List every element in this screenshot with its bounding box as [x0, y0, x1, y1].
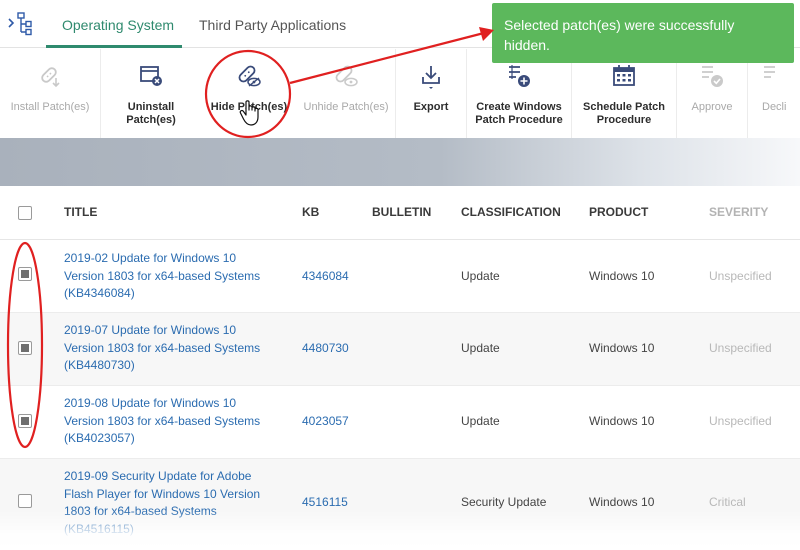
approve-label: Approve [691, 101, 733, 113]
row-classification: Update [461, 341, 500, 355]
calendar-icon [613, 65, 635, 86]
install-patches-button[interactable]: Install Patch(es) [0, 49, 100, 138]
title-line: Version 1803 for x64-based Systems [64, 268, 261, 283]
row-title-link[interactable]: 2019-09 Security Update for Adobe Flash … [64, 468, 284, 538]
tree-structure-icon[interactable] [6, 10, 34, 38]
bandage-eye-slash-icon [238, 65, 261, 87]
table-header: TITLE KB BULLETIN CLASSIFICATION PRODUCT… [0, 186, 800, 240]
approve-check-icon [702, 66, 723, 87]
toast-message-line2: hidden. [504, 37, 550, 53]
row-checkbox[interactable] [18, 267, 32, 281]
export-download-icon [422, 66, 440, 89]
tab-operating-system[interactable]: Operating System [46, 0, 182, 48]
uninstall-label-line1: Uninstall [127, 101, 175, 113]
title-line: (KB4023057) [64, 431, 135, 445]
row-severity: Unspecified [709, 414, 772, 428]
create-label-line2: Patch Procedure [475, 114, 563, 126]
decline-label: Decli [762, 101, 787, 113]
unhide-patches-label: Unhide Patch(es) [303, 101, 389, 113]
bandage-eye-icon [335, 65, 358, 87]
create-procedure-label: Create Windows Patch Procedure [467, 101, 571, 127]
title-line: 1803 for x64-based Systems [64, 504, 217, 518]
unhide-patches-button[interactable]: Unhide Patch(es) [297, 49, 395, 138]
row-classification: Update [461, 269, 500, 283]
window-remove-icon [140, 66, 162, 86]
select-all-checkbox[interactable] [18, 206, 32, 220]
row-classification: Security Update [461, 495, 547, 509]
row-product: Windows 10 [589, 414, 655, 428]
column-kb[interactable]: KB [302, 186, 319, 240]
row-product: Windows 10 [589, 495, 655, 509]
row-kb-link[interactable]: 4023057 [302, 414, 349, 428]
hide-patches-button[interactable]: Hide Patch(es) [200, 49, 298, 138]
column-product[interactable]: PRODUCT [589, 186, 648, 240]
table-row[interactable]: 2019-07 Update for Windows 10 Version 18… [0, 313, 800, 386]
patch-management-screen: Operating System Third Party Application… [0, 0, 800, 550]
install-patches-label: Install Patch(es) [10, 101, 90, 113]
success-toast: Selected patch(es) were successfully hid… [492, 3, 794, 63]
title-line: 2019-08 Update for Windows 10 [64, 396, 237, 410]
uninstall-patches-button[interactable]: Uninstall Patch(es) [101, 49, 201, 138]
title-line: (KB4480730) [64, 358, 135, 372]
title-line: (KB4346084) [64, 286, 135, 300]
table-row[interactable]: 2019-02 Update for Windows 10 Version 18… [0, 240, 800, 313]
bandage-download-icon [41, 67, 60, 88]
title-line: 2019-09 Security Update for Adobe [64, 469, 252, 483]
row-severity: Critical [709, 495, 746, 509]
title-line: Flash Player for Windows 10 Version [64, 486, 261, 501]
row-title-link[interactable]: 2019-08 Update for Windows 10 Version 18… [64, 395, 284, 448]
tab-third-party-applications[interactable]: Third Party Applications [183, 0, 355, 48]
uninstall-label-line2: Patch(es) [126, 114, 176, 126]
row-product: Windows 10 [589, 341, 655, 355]
procedure-add-icon [509, 65, 530, 87]
row-checkbox[interactable] [18, 341, 32, 355]
row-kb-link[interactable]: 4346084 [302, 269, 349, 283]
decline-icon [764, 66, 775, 78]
title-line: Version 1803 for x64-based Systems [64, 340, 261, 355]
row-severity: Unspecified [709, 269, 772, 283]
table-row[interactable]: 2019-09 Security Update for Adobe Flash … [0, 459, 800, 550]
row-severity: Unspecified [709, 341, 772, 355]
row-title-link[interactable]: 2019-07 Update for Windows 10 Version 18… [64, 322, 284, 375]
toast-message-line1: Selected patch(es) were successfully [504, 17, 735, 33]
row-kb-link[interactable]: 4480730 [302, 341, 349, 355]
filter-banner [0, 138, 800, 186]
export-label: Export [413, 101, 449, 113]
export-button[interactable]: Export [396, 49, 466, 138]
column-severity[interactable]: SEVERITY [709, 186, 768, 240]
column-classification[interactable]: CLASSIFICATION [461, 186, 561, 240]
title-line: Version 1803 for x64-based Systems [64, 413, 261, 428]
title-line: (KB4516115) [64, 521, 134, 536]
hide-patches-label: Hide Patch(es) [210, 101, 288, 113]
create-label-line1: Create Windows [476, 101, 562, 113]
schedule-label-line2: Procedure [596, 114, 652, 126]
title-line: 2019-02 Update for Windows 10 [64, 251, 237, 265]
table-row[interactable]: 2019-08 Update for Windows 10 Version 18… [0, 386, 800, 459]
uninstall-patches-label: Uninstall Patch(es) [101, 101, 201, 127]
column-bulletin[interactable]: BULLETIN [372, 186, 431, 240]
row-kb-link[interactable]: 4516115 [302, 495, 348, 509]
row-checkbox[interactable] [18, 414, 32, 428]
schedule-label-line1: Schedule Patch [583, 101, 665, 113]
row-checkbox[interactable] [18, 494, 32, 508]
schedule-procedure-label: Schedule Patch Procedure [572, 101, 676, 127]
column-title[interactable]: TITLE [64, 186, 97, 240]
row-classification: Update [461, 414, 500, 428]
row-title-link[interactable]: 2019-02 Update for Windows 10 Version 18… [64, 250, 284, 303]
title-line: 2019-07 Update for Windows 10 [64, 323, 237, 337]
row-product: Windows 10 [589, 269, 655, 283]
